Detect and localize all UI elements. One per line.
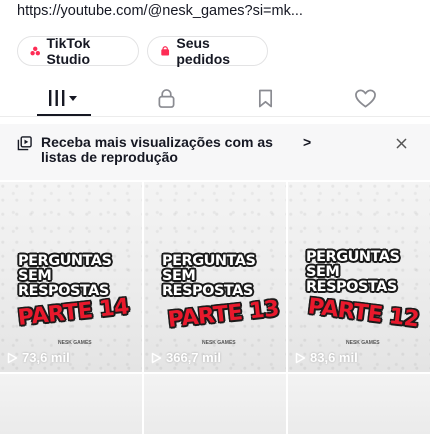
thumbnail-watermark: NESK GAMES — [202, 340, 236, 346]
thumbnail-title: PERGUNTAS SEM RESPOSTAS — [162, 253, 256, 299]
grid-lines-icon — [49, 90, 77, 106]
play-icon — [151, 352, 162, 363]
private-tab[interactable] — [136, 80, 196, 116]
play-icon — [295, 352, 306, 363]
saved-tab[interactable] — [235, 80, 295, 116]
heart-icon — [354, 89, 376, 107]
thumbnail-title: PERGUNTAS SEM RESPOSTAS — [306, 249, 400, 295]
playlist-icon — [17, 136, 32, 151]
video-thumbnail[interactable] — [144, 374, 286, 434]
lock-icon — [158, 88, 174, 108]
liked-tab[interactable] — [335, 80, 395, 116]
view-count-value: 83,6 mil — [310, 350, 358, 365]
video-thumbnail[interactable]: PERGUNTAS SEM RESPOSTAS PARTE 14 NESK GA… — [0, 182, 142, 372]
play-icon — [7, 352, 18, 363]
view-count-value: 73,6 mil — [22, 350, 70, 365]
thumbnail-watermark: NESK GAMES — [346, 340, 380, 346]
shopping-bag-icon — [161, 46, 170, 56]
thumbnail-title: PERGUNTAS SEM RESPOSTAS — [18, 253, 112, 299]
orders-button[interactable]: Seus pedidos — [147, 35, 268, 67]
video-thumbnail[interactable]: PERGUNTAS SEM RESPOSTAS PARTE 13 NESK GA… — [144, 182, 286, 372]
playlist-banner[interactable]: Receba mais visualizações com as listas … — [0, 124, 430, 180]
bio-link[interactable]: https://youtube.com/@nesk_games?si=mk... — [17, 3, 417, 19]
tiktok-studio-label: TikTok Studio — [46, 35, 91, 67]
bookmark-icon — [258, 89, 272, 107]
tabs-divider — [0, 116, 430, 117]
thumbnail-watermark: NESK GAMES — [58, 340, 92, 346]
view-count: 83,6 mil — [294, 350, 358, 365]
close-icon[interactable] — [396, 138, 407, 149]
video-thumbnail[interactable] — [0, 374, 142, 434]
studio-icon — [30, 46, 41, 56]
view-count: 366,7 mil — [150, 350, 221, 365]
view-count-value: 366,7 mil — [166, 350, 221, 365]
video-thumbnail[interactable]: PERGUNTAS SEM RESPOSTAS PARTE 12 NESK GA… — [288, 182, 430, 372]
tiktok-studio-button[interactable]: TikTok Studio — [17, 35, 139, 67]
video-thumbnail[interactable] — [288, 374, 430, 434]
videos-tab[interactable] — [35, 80, 95, 116]
orders-label: Seus pedidos — [176, 35, 231, 67]
view-count: 73,6 mil — [6, 350, 70, 365]
banner-text: Receba mais visualizações com as listas … — [41, 134, 273, 165]
video-grid: PERGUNTAS SEM RESPOSTAS PARTE 14 NESK GA… — [0, 182, 430, 434]
chevron-right-icon: > — [303, 134, 312, 150]
